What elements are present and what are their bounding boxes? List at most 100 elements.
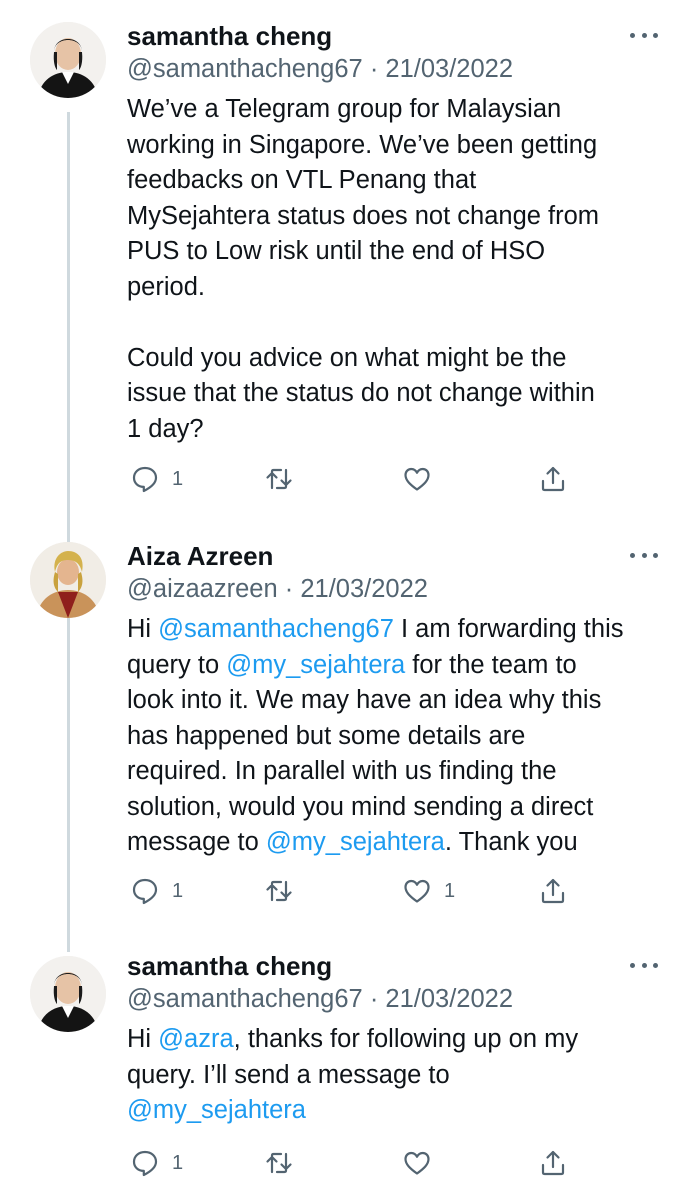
text-line: has happened but some details are — [127, 721, 526, 750]
text-line: MySejahtera status does not change from — [127, 201, 600, 230]
share-icon — [541, 1150, 565, 1176]
text-line: PUS to Low risk until the end of HSO — [127, 237, 546, 265]
dot-icon — [653, 32, 658, 38]
share-icon — [541, 466, 565, 492]
tweet-meta: @samanthacheng67 · 21/03/2022 — [127, 52, 673, 86]
tweet[interactable]: samantha cheng @samanthacheng67 · 21/03/… — [0, 0, 691, 520]
text-segment: I am forwarding this — [393, 615, 624, 643]
person-photo-icon — [30, 542, 106, 618]
text-segment: Hi — [127, 615, 159, 643]
tweet-actions: 1 — [130, 1146, 580, 1180]
author-handle[interactable]: @samanthacheng67 — [127, 985, 363, 1013]
reply-button[interactable]: 1 — [130, 874, 183, 908]
more-options-button[interactable] — [630, 960, 658, 970]
like-button[interactable]: 1 — [402, 874, 455, 908]
share-button[interactable] — [538, 874, 568, 908]
mention-link[interactable]: @my_sejahtera — [226, 651, 405, 679]
heart-icon — [404, 467, 430, 491]
tweet-actions: 1 1 — [130, 874, 580, 908]
more-options-button[interactable] — [630, 30, 658, 40]
reply-button[interactable]: 1 — [130, 1146, 183, 1180]
author-handle[interactable]: @aizaazreen — [127, 575, 278, 603]
dot-icon — [641, 962, 647, 968]
person-photo-icon — [30, 956, 106, 1032]
tweet-text: Hi @samanthacheng67 I am forwarding this… — [127, 612, 673, 861]
text-line: query to @my_sejahtera for the team to — [127, 648, 673, 684]
text-line: Could you advice on what might be the — [127, 343, 567, 372]
retweet-button[interactable] — [264, 1146, 306, 1180]
tweet-meta: @samanthacheng67 · 21/03/2022 — [127, 982, 673, 1016]
share-button[interactable] — [538, 1146, 568, 1180]
text-line: issue that the status do not change with… — [127, 379, 595, 407]
like-count: 1 — [444, 880, 456, 902]
heart-icon — [404, 879, 430, 903]
mention-link[interactable]: @samanthacheng67 — [158, 615, 394, 643]
more-options-button[interactable] — [630, 550, 658, 560]
retweet-icon — [266, 880, 292, 902]
avatar[interactable] — [30, 956, 106, 1032]
reply-thread: samantha cheng @samanthacheng67 · 21/03/… — [0, 0, 691, 1200]
retweet-icon — [266, 468, 292, 490]
avatar[interactable] — [30, 22, 106, 98]
text-segment: Hi — [127, 1025, 159, 1053]
tweet-text: Hi @azra, thanks for following up on my … — [127, 1022, 673, 1129]
reply-count: 1 — [172, 1152, 184, 1174]
text-line: @my_sejahtera — [127, 1093, 673, 1129]
dot-icon — [641, 552, 647, 558]
mention-link[interactable]: @azra — [158, 1025, 234, 1053]
dot-icon — [630, 962, 635, 968]
retweet-button[interactable] — [264, 462, 306, 496]
reply-count: 1 — [172, 880, 184, 902]
tweet[interactable]: Aiza Azreen @aizaazreen · 21/03/2022 Hi … — [0, 520, 691, 940]
text-line: feedbacks on VTL Penang that — [127, 166, 477, 194]
author-name[interactable]: samantha cheng — [127, 20, 673, 52]
mention-link[interactable]: @my_sejahtera — [127, 1096, 306, 1124]
tweet-date[interactable]: 21/03/2022 — [300, 575, 428, 603]
text-line: Hi @azra, thanks for following up on my — [127, 1022, 673, 1058]
dot-icon — [630, 552, 635, 558]
text-segment: for the team to — [405, 650, 577, 679]
person-photo-icon — [30, 22, 106, 98]
tweet-actions: 1 — [130, 462, 580, 496]
text-line: period. — [127, 272, 205, 301]
author-name[interactable]: samantha cheng — [127, 950, 673, 982]
meta-separator: · — [284, 575, 294, 603]
like-button[interactable] — [402, 1146, 444, 1180]
tweet-text: We’ve a Telegram group for Malaysian wor… — [127, 92, 673, 447]
text-segment: query to — [127, 650, 227, 679]
like-button[interactable] — [402, 462, 444, 496]
avatar[interactable] — [30, 542, 106, 618]
tweet-date[interactable]: 21/03/2022 — [385, 985, 513, 1013]
share-button[interactable] — [538, 462, 568, 496]
text-line: required. In parallel with us finding th… — [127, 757, 557, 785]
retweet-icon — [266, 1152, 292, 1174]
text-line: message to @my_sejahtera. Thank you — [127, 825, 673, 861]
text-line: We’ve a Telegram group for Malaysian — [127, 95, 562, 123]
text-line: look into it. We may have an idea why th… — [127, 686, 602, 714]
dot-icon — [641, 32, 647, 38]
text-segment: . Thank you — [444, 828, 578, 856]
reply-icon — [132, 1150, 158, 1177]
text-line: 1 day? — [127, 414, 204, 443]
dot-icon — [653, 962, 658, 968]
author-handle[interactable]: @samanthacheng67 — [127, 55, 363, 83]
retweet-button[interactable] — [264, 874, 306, 908]
tweet-meta: @aizaazreen · 21/03/2022 — [127, 572, 673, 606]
author-name[interactable]: Aiza Azreen — [127, 540, 673, 572]
reply-icon — [132, 466, 158, 493]
text-line: working in Singapore. We’ve been getting — [127, 130, 598, 159]
share-icon — [541, 878, 565, 904]
reply-count: 1 — [172, 468, 184, 490]
meta-separator: · — [369, 985, 379, 1013]
dot-icon — [630, 32, 635, 38]
mention-link[interactable]: @my_sejahtera — [266, 828, 445, 856]
tweet[interactable]: samantha cheng @samanthacheng67 · 21/03/… — [0, 934, 691, 1200]
heart-icon — [404, 1151, 430, 1175]
text-segment: , thanks for following up on my — [233, 1025, 579, 1053]
dot-icon — [653, 552, 658, 558]
meta-separator: · — [369, 55, 379, 83]
reply-button[interactable]: 1 — [130, 462, 183, 496]
tweet-date[interactable]: 21/03/2022 — [385, 55, 513, 83]
reply-icon — [132, 878, 158, 905]
